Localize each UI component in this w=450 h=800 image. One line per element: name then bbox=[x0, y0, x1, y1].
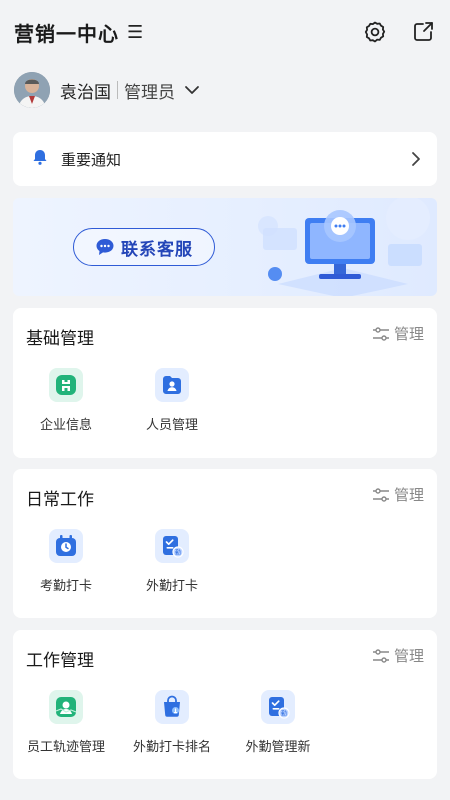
item-label: 考勤打卡 bbox=[39, 578, 92, 593]
important-notice-bar[interactable]: 重要通知 bbox=[13, 132, 437, 186]
manage-button[interactable]: 管理 bbox=[372, 645, 424, 666]
section-title: 日常工作 bbox=[26, 490, 94, 509]
avatar bbox=[14, 72, 50, 108]
section-title: 工作管理 bbox=[26, 651, 94, 670]
item-label: 员工轨迹管理 bbox=[26, 739, 105, 754]
grid-item-field-ranking[interactable]: 外勤打卡排名 bbox=[119, 690, 225, 755]
section-work-management: 工作管理 管理 员工轨迹管理 外勤打卡排名 勤 外勤管理新 bbox=[13, 630, 437, 779]
manage-label: 管理 bbox=[393, 648, 424, 665]
bell-icon bbox=[31, 148, 49, 171]
share-icon[interactable] bbox=[410, 19, 436, 45]
section-basic-management: 基础管理 管理 企业信息 人员管理 bbox=[13, 308, 437, 458]
item-label: 企业信息 bbox=[39, 417, 92, 432]
field-ranking-icon bbox=[155, 690, 189, 724]
grid-item-company-info[interactable]: 企业信息 bbox=[13, 368, 119, 433]
section-items: 企业信息 人员管理 bbox=[13, 368, 225, 433]
chevron-right-icon bbox=[409, 150, 423, 168]
gear-icon[interactable] bbox=[362, 19, 388, 45]
personnel-icon bbox=[155, 368, 189, 402]
item-label: 外勤打卡排名 bbox=[132, 739, 211, 754]
grid-item-personnel[interactable]: 人员管理 bbox=[119, 368, 225, 433]
section-title: 基础管理 bbox=[26, 329, 94, 348]
menu-icon[interactable]: ☰ bbox=[127, 22, 143, 43]
user-name: 袁治国 bbox=[60, 82, 111, 102]
manage-label: 管理 bbox=[393, 487, 424, 504]
section-items: 员工轨迹管理 外勤打卡排名 勤 外勤管理新 bbox=[13, 690, 331, 755]
item-label: 人员管理 bbox=[145, 417, 198, 432]
chevron-down-icon[interactable] bbox=[183, 81, 201, 99]
clock-in-icon bbox=[49, 529, 83, 563]
contact-support-label: 联系客服 bbox=[121, 239, 193, 259]
user-switcher[interactable]: 袁治国 管理员 bbox=[14, 70, 201, 110]
employee-track-icon bbox=[49, 690, 83, 724]
app-header: 营销一中心 ☰ bbox=[0, 0, 450, 64]
manage-button[interactable]: 管理 bbox=[372, 323, 424, 344]
field-management-icon: 勤 bbox=[261, 690, 295, 724]
section-items: 考勤打卡 勤 外勤打卡 bbox=[13, 529, 225, 594]
item-label: 外勤管理新 bbox=[245, 739, 311, 754]
svg-text:勤: 勤 bbox=[175, 549, 181, 557]
header-actions bbox=[362, 19, 436, 45]
company-info-icon bbox=[49, 368, 83, 402]
item-label: 外勤打卡 bbox=[145, 578, 198, 593]
manage-label: 管理 bbox=[393, 326, 424, 343]
divider bbox=[117, 81, 118, 99]
svg-text:勤: 勤 bbox=[281, 710, 287, 718]
chat-icon bbox=[96, 239, 114, 255]
grid-item-field-clock-in[interactable]: 勤 外勤打卡 bbox=[119, 529, 225, 594]
user-role: 管理员 bbox=[124, 82, 175, 102]
sliders-icon bbox=[372, 326, 389, 341]
app-title: 营销一中心 bbox=[14, 23, 119, 46]
notice-label: 重要通知 bbox=[61, 151, 122, 169]
section-daily-work: 日常工作 管理 考勤打卡 勤 外勤打卡 bbox=[13, 469, 437, 618]
grid-item-clock-in[interactable]: 考勤打卡 bbox=[13, 529, 119, 594]
sliders-icon bbox=[372, 487, 389, 502]
contact-support-button[interactable]: 联系客服 bbox=[73, 228, 215, 266]
sliders-icon bbox=[372, 648, 389, 663]
field-clock-in-icon: 勤 bbox=[155, 529, 189, 563]
grid-item-field-management[interactable]: 勤 外勤管理新 bbox=[225, 690, 331, 755]
manage-button[interactable]: 管理 bbox=[372, 484, 424, 505]
grid-item-employee-track[interactable]: 员工轨迹管理 bbox=[13, 690, 119, 755]
customer-service-banner: 联系客服 bbox=[13, 198, 437, 296]
